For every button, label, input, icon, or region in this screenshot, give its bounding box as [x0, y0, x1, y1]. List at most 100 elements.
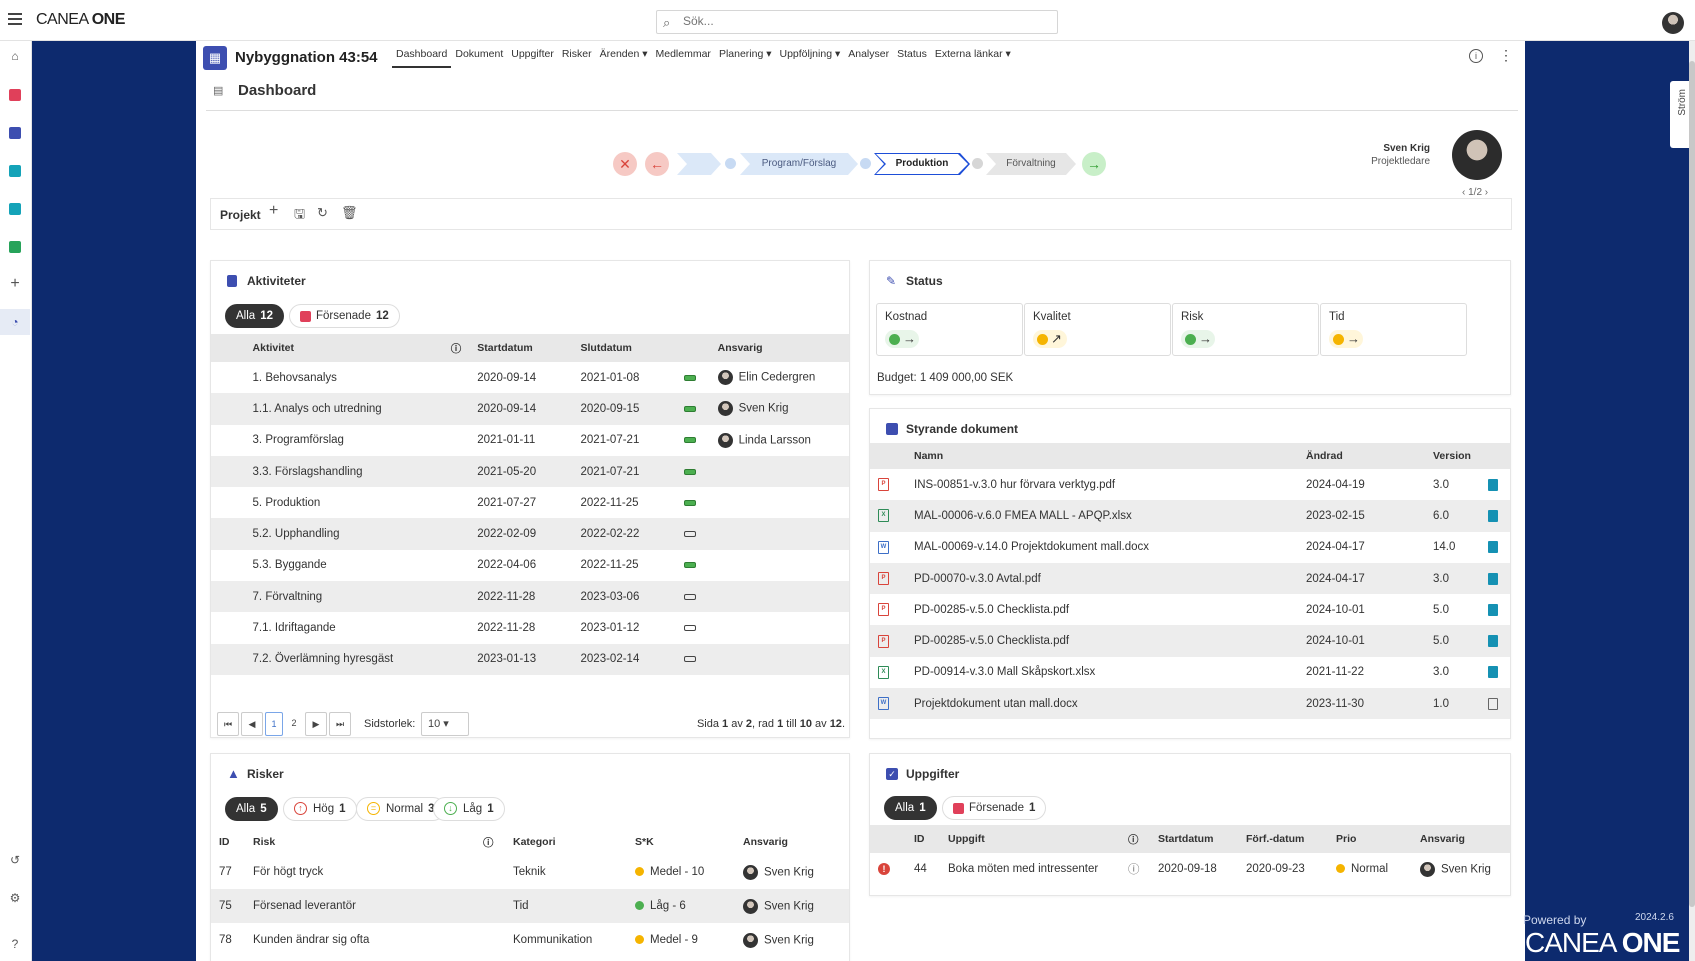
risk-name[interactable]: För högt tryck [245, 855, 505, 889]
activity-name[interactable]: 1.1. Analys och utredning [244, 393, 470, 425]
table-row[interactable]: W MAL-00069-v.14.0 Projektdokument mall.d… [870, 532, 1510, 563]
table-row[interactable]: 7.1. Idriftagande 2022-11-28 2023-01-12 [211, 612, 849, 643]
phase-step-produktion[interactable]: Produktion [874, 153, 970, 175]
tab-2[interactable]: Uppgifter [507, 46, 558, 68]
table-row[interactable]: P PD-00285-v.5.0 Checklista.pdf 2024-10-01… [870, 594, 1510, 625]
header-cell[interactable]: Ansvarig [709, 334, 849, 362]
filter-all[interactable]: Alla 1 [884, 796, 937, 820]
tab-1[interactable]: Dokument [451, 46, 507, 68]
table-row[interactable]: 1.1. Analys och utredning 2020-09-14 2020-… [211, 393, 849, 425]
settings-gear-icon[interactable]: ⚙ [0, 885, 30, 911]
table-row[interactable]: 75 Försenad leverantör Tid Låg - 6 Sven Krig [211, 889, 849, 923]
first-page-button[interactable]: ⏮ [217, 712, 239, 736]
tab-8[interactable]: Analyser [844, 46, 893, 68]
header-cell[interactable]: ID [906, 825, 940, 853]
risk-name[interactable]: Försenad leverantör [245, 889, 505, 923]
phase-step-forvaltning[interactable]: Förvaltning [986, 153, 1076, 175]
activity-name[interactable]: 3.3. Förslagshandling [244, 455, 470, 488]
page-size-select[interactable]: 10 ▾ [421, 712, 469, 736]
project-app-icon[interactable] [0, 119, 30, 145]
table-row[interactable]: W Projektdokument utan mall.docx 2023-11-3… [870, 688, 1510, 720]
last-page-button[interactable]: ⏭ [329, 712, 351, 736]
owner-name[interactable]: Elin Cedergren [739, 372, 816, 384]
tab-4[interactable]: Ärenden ▾ [596, 46, 652, 68]
info-icon[interactable]: i [1469, 49, 1483, 63]
info-icon[interactable]: ⓘ [442, 334, 470, 362]
report-app-icon[interactable] [0, 233, 30, 259]
activity-name[interactable]: 7.2. Överlämning hyresgäst [244, 643, 470, 675]
status-item[interactable]: Kvalitet ↗ [1024, 303, 1171, 356]
info-icon[interactable]: ⓘ [1120, 825, 1150, 853]
table-row[interactable]: 7. Förvaltning 2022-11-28 2023-03-06 [211, 581, 849, 613]
scrollbar[interactable] [1689, 41, 1695, 961]
table-row[interactable]: 3.3. Förslagshandling 2021-05-20 2021-07-2… [211, 455, 849, 488]
status-item[interactable]: Risk → [1172, 303, 1319, 356]
status-item[interactable]: Tid → [1320, 303, 1467, 356]
table-row[interactable]: X MAL-00006-v.6.0 FMEA MALL - APQP.xlsx 20… [870, 500, 1510, 532]
activity-name[interactable]: 5.3. Byggande [245, 550, 470, 581]
document-icon[interactable] [1488, 666, 1498, 679]
next-page-button[interactable]: ▶ [305, 712, 327, 736]
document-name[interactable]: Projektdokument utan mall.docx [906, 688, 1298, 720]
tab-5[interactable]: Medlemmar [652, 46, 715, 68]
clock-icon[interactable]: ◔ [0, 309, 30, 335]
page-2-button[interactable]: 2 [285, 712, 303, 736]
phase-step-program[interactable]: Program/Förslag [740, 153, 858, 175]
document-icon[interactable] [1488, 541, 1498, 554]
activity-name[interactable]: 3. Programförslag [245, 425, 470, 456]
more-options-icon[interactable]: ⋮ [1499, 47, 1513, 64]
activity-name[interactable]: 5.2. Upphandling [244, 518, 470, 550]
next-phase-icon[interactable]: → [1082, 152, 1106, 176]
delete-icon[interactable]: 🗑 [341, 205, 358, 221]
cancel-phase-icon[interactable]: ✕ [613, 152, 637, 176]
history-icon[interactable]: ↺ [0, 847, 30, 873]
document-icon[interactable] [1488, 635, 1498, 648]
header-cell[interactable]: Uppgift [940, 825, 1120, 853]
save-icon[interactable]: 🖫 [294, 205, 305, 227]
table-row[interactable]: 78 Kunden ändrar sig ofta Kommunikation Med… [211, 923, 849, 957]
tab-0[interactable]: Dashboard [392, 46, 452, 68]
filter-late[interactable]: Försenade 12 [289, 304, 400, 328]
status-item[interactable]: Kostnad → [876, 303, 1023, 356]
header-cell[interactable]: Ansvarig [735, 829, 849, 855]
menu-icon[interactable] [8, 13, 22, 25]
header-cell[interactable]: Version [1425, 443, 1480, 469]
page-1-button[interactable]: 1 [265, 712, 283, 736]
table-row[interactable]: ! 44 Boka möten med intressenter ⓘ 2020-09-1… [870, 853, 1510, 885]
table-row[interactable]: 3. Programförslag 2021-01-11 2021-07-21 Lin… [211, 425, 849, 456]
owner-name[interactable]: Sven Krig [1441, 863, 1491, 875]
document-name[interactable]: MAL-00006-v.6.0 FMEA MALL - APQP.xlsx [906, 500, 1298, 532]
task-name[interactable]: Boka möten med intressenter [940, 853, 1120, 885]
tab-3[interactable]: Risker [558, 46, 596, 68]
activity-name[interactable]: 7.1. Idriftagande [245, 612, 470, 643]
tab-10[interactable]: Externa länkar ▾ [931, 46, 1015, 68]
document-icon[interactable] [1488, 478, 1498, 491]
header-cell[interactable]: ID [211, 829, 245, 855]
header-cell[interactable]: S*K [627, 829, 735, 855]
risk-filter-1[interactable]: ↑ Hög 1 [283, 797, 357, 821]
activity-name[interactable]: 5. Produktion [245, 487, 470, 518]
document-name[interactable]: PD-00070-v.3.0 Avtal.pdf [906, 562, 1298, 595]
document-name[interactable]: INS-00851-v.3.0 hur förvara verktyg.pdf [906, 469, 1298, 500]
document-name[interactable]: PD-00285-v.5.0 Checklista.pdf [906, 625, 1298, 657]
header-cell[interactable]: Risk [245, 829, 475, 855]
table-row[interactable]: 7.2. Överlämning hyresgäst 2023-01-13 2023… [211, 643, 849, 675]
header-cell[interactable]: Ansvarig [1412, 825, 1510, 853]
table-row[interactable]: 1. Behovsanalys 2020-09-14 2021-01-08 Elin … [211, 362, 849, 393]
header-cell[interactable]: Kategori [505, 829, 627, 855]
header-cell[interactable]: Startdatum [1150, 825, 1238, 853]
table-row[interactable]: P PD-00070-v.3.0 Avtal.pdf 2024-04-17 3.0 [870, 562, 1510, 595]
info-icon[interactable]: ⓘ [475, 829, 505, 855]
risk-filter-3[interactable]: ↓ Låg 1 [433, 797, 505, 821]
add-app-icon[interactable]: + [0, 271, 30, 297]
document-name[interactable]: MAL-00069-v.14.0 Projektdokument mall.do… [906, 532, 1298, 563]
manager-pager[interactable]: ‹ 1/2 › [1462, 187, 1488, 198]
search-box[interactable]: ⌕ [656, 10, 1058, 34]
info-icon[interactable]: ⓘ [1128, 864, 1140, 876]
filter-late[interactable]: Försenade 1 [942, 796, 1047, 820]
tab-6[interactable]: Planering ▾ [715, 46, 776, 68]
activity-name[interactable]: 7. Förvaltning [244, 581, 470, 613]
table-row[interactable]: 5.3. Byggande 2022-04-06 2022-11-25 [211, 550, 849, 581]
owner-name[interactable]: Sven Krig [764, 934, 814, 946]
edit-document-icon[interactable] [1488, 509, 1498, 522]
